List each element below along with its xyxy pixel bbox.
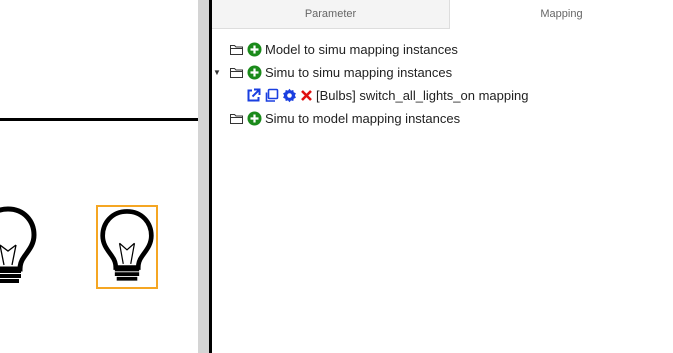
canvas-divider-line xyxy=(0,118,198,121)
copy-icon[interactable] xyxy=(264,88,279,103)
panel-splitter[interactable] xyxy=(198,0,209,353)
app-root: Parameter Mapping Model to simu mapping … xyxy=(0,0,673,353)
folder-icon xyxy=(230,45,243,55)
folder-icon xyxy=(230,114,243,124)
tree-node-mapping-instance[interactable]: [Bulbs] switch_all_lights_on mapping xyxy=(212,84,673,107)
lightbulb-icon[interactable] xyxy=(0,205,38,287)
close-icon[interactable] xyxy=(299,88,314,103)
tree-node-label: Simu to simu mapping instances xyxy=(265,65,453,80)
tree-node-label: [Bulbs] switch_all_lights_on mapping xyxy=(316,88,529,103)
tree-node-simu-to-model[interactable]: Simu to model mapping instances xyxy=(212,107,673,130)
tab-parameter[interactable]: Parameter xyxy=(212,0,450,29)
diagram-canvas[interactable] xyxy=(0,0,198,353)
caret-down-icon[interactable]: ▼ xyxy=(213,68,223,78)
folder-icon xyxy=(230,68,243,78)
tree-node-model-to-simu[interactable]: Model to simu mapping instances xyxy=(212,38,673,61)
external-link-icon[interactable] xyxy=(246,88,261,103)
tab-bar: Parameter Mapping xyxy=(212,0,673,29)
tree-node-label: Model to simu mapping instances xyxy=(265,42,458,57)
plus-circle-icon[interactable] xyxy=(247,65,262,80)
lightbulb-selected-icon[interactable] xyxy=(96,205,158,289)
plus-circle-icon[interactable] xyxy=(247,42,262,57)
tab-mapping[interactable]: Mapping xyxy=(450,0,673,29)
properties-panel: Parameter Mapping Model to simu mapping … xyxy=(212,0,673,353)
gear-icon[interactable] xyxy=(282,88,297,103)
tree-node-label: Simu to model mapping instances xyxy=(265,111,461,126)
plus-circle-icon[interactable] xyxy=(247,111,262,126)
mapping-tree: Model to simu mapping instances ▼ Simu t… xyxy=(212,38,673,130)
tree-node-simu-to-simu[interactable]: ▼ Simu to simu mapping instances xyxy=(212,61,673,84)
